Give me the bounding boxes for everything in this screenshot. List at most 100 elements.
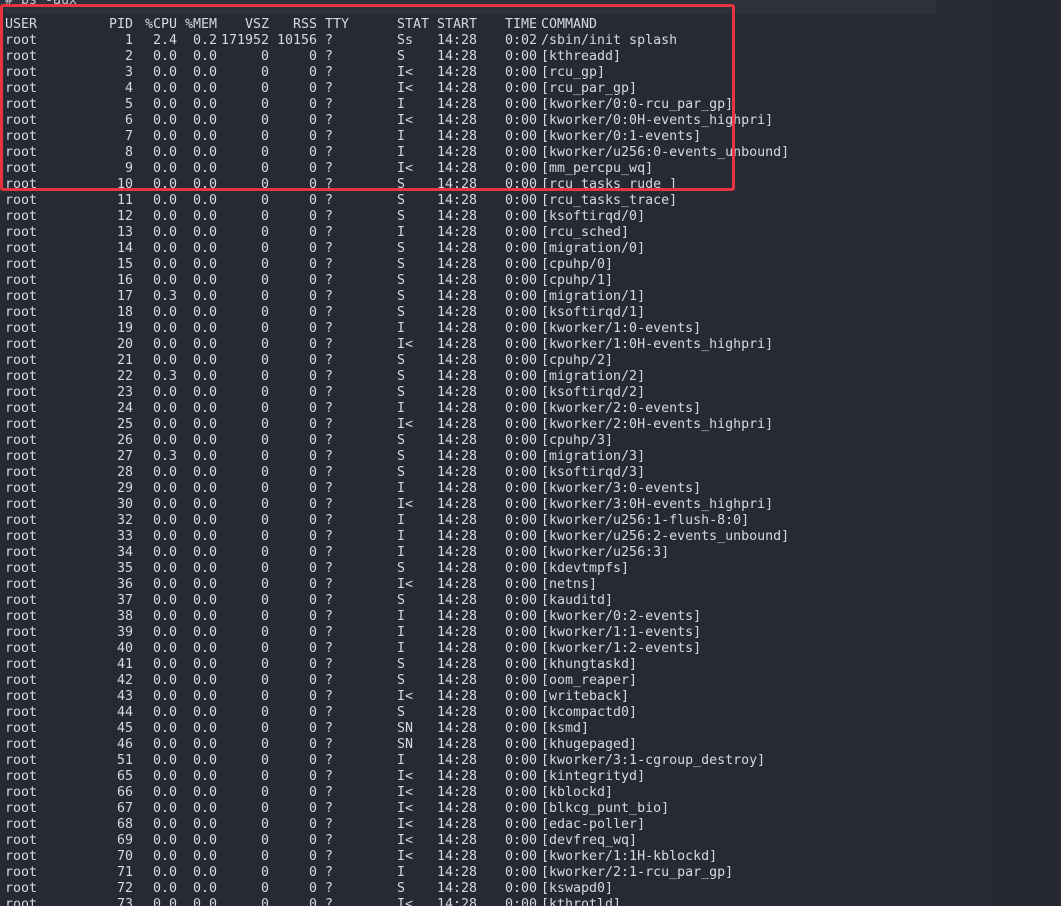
cell-mem: 0.0 bbox=[192, 513, 217, 528]
cell-rss: 0 bbox=[308, 289, 317, 304]
cell-stat: Ss bbox=[397, 33, 414, 48]
cell-pid: 30 bbox=[116, 497, 133, 512]
cell-rss: 0 bbox=[308, 753, 317, 768]
cell-stat: I< bbox=[397, 337, 414, 352]
cell-cpu: 0.0 bbox=[152, 737, 177, 752]
cell-user: root bbox=[5, 641, 38, 656]
cell-tty: ? bbox=[325, 321, 334, 336]
cell-cpu: 0.0 bbox=[152, 529, 177, 544]
cell-tty: ? bbox=[325, 81, 334, 96]
cell-command: [kworker/u256:0-events_unbound] bbox=[541, 145, 790, 160]
cell-time: 0:00 bbox=[504, 609, 537, 624]
cell-start: 14:28 bbox=[437, 497, 478, 512]
cell-vsz: 0 bbox=[260, 273, 269, 288]
cell-pid: 38 bbox=[116, 609, 133, 624]
header-start: START bbox=[437, 17, 478, 32]
cell-stat: I< bbox=[397, 817, 414, 832]
cell-rss: 0 bbox=[308, 801, 317, 816]
cell-command: [migration/1] bbox=[541, 289, 646, 304]
cell-start: 14:28 bbox=[437, 401, 478, 416]
cell-start: 14:28 bbox=[437, 433, 478, 448]
cell-pid: 41 bbox=[116, 657, 133, 672]
cell-mem: 0.0 bbox=[192, 769, 217, 784]
terminal-window[interactable]: # ps -aux USER PID %CPU %MEM VSZ RSS TTY… bbox=[0, 0, 1061, 906]
cell-rss: 0 bbox=[308, 881, 317, 896]
cell-user: root bbox=[5, 673, 38, 688]
cell-mem: 0.0 bbox=[192, 273, 217, 288]
cell-time: 0:00 bbox=[504, 433, 537, 448]
cell-rss: 0 bbox=[308, 865, 317, 880]
cell-mem: 0.0 bbox=[192, 465, 217, 480]
cell-rss: 0 bbox=[308, 849, 317, 864]
cell-pid: 1 bbox=[124, 33, 133, 48]
cell-user: root bbox=[5, 449, 38, 464]
cell-command: [kworker/1:0H-events_highpri] bbox=[541, 337, 774, 352]
cell-tty: ? bbox=[325, 497, 334, 512]
cell-tty: ? bbox=[325, 353, 334, 368]
cell-cpu: 0.0 bbox=[152, 897, 177, 906]
cell-cpu: 0.0 bbox=[152, 673, 177, 688]
cell-command: [kworker/1:0-events] bbox=[541, 321, 702, 336]
cell-start: 14:28 bbox=[437, 753, 478, 768]
cell-cpu: 0.0 bbox=[152, 321, 177, 336]
cell-user: root bbox=[5, 801, 38, 816]
cell-tty: ? bbox=[325, 657, 334, 672]
cell-mem: 0.0 bbox=[192, 401, 217, 416]
cell-stat: S bbox=[397, 465, 406, 480]
cell-mem: 0.0 bbox=[192, 609, 217, 624]
cell-tty: ? bbox=[325, 849, 334, 864]
cell-command: [migration/0] bbox=[541, 241, 646, 256]
header-tty: TTY bbox=[325, 17, 350, 32]
cell-pid: 32 bbox=[116, 513, 133, 528]
cell-cpu: 0.0 bbox=[152, 257, 177, 272]
cell-stat: I< bbox=[397, 785, 414, 800]
cell-start: 14:28 bbox=[437, 305, 478, 320]
cell-pid: 46 bbox=[116, 737, 133, 752]
cell-command: /sbin/init splash bbox=[541, 33, 678, 48]
cell-stat: S bbox=[397, 657, 406, 672]
cell-rss: 0 bbox=[308, 673, 317, 688]
cell-rss: 0 bbox=[308, 353, 317, 368]
cell-time: 0:00 bbox=[504, 593, 537, 608]
cell-time: 0:00 bbox=[504, 289, 537, 304]
cell-vsz: 0 bbox=[260, 625, 269, 640]
cell-cpu: 0.0 bbox=[152, 769, 177, 784]
cell-user: root bbox=[5, 273, 38, 288]
cell-vsz: 0 bbox=[260, 353, 269, 368]
cell-rss: 0 bbox=[308, 513, 317, 528]
cell-mem: 0.0 bbox=[192, 721, 217, 736]
command-line: # ps -aux bbox=[5, 0, 78, 8]
cell-cpu: 0.0 bbox=[152, 385, 177, 400]
cell-pid: 66 bbox=[116, 785, 133, 800]
cell-mem: 0.0 bbox=[192, 161, 217, 176]
cell-vsz: 0 bbox=[260, 225, 269, 240]
cell-time: 0:00 bbox=[504, 129, 537, 144]
cell-vsz: 0 bbox=[260, 81, 269, 96]
cell-cpu: 0.0 bbox=[152, 433, 177, 448]
cell-user: root bbox=[5, 177, 38, 192]
cell-command: [kthreadd] bbox=[541, 49, 622, 64]
cell-pid: 34 bbox=[116, 545, 133, 560]
cell-command: [kworker/u256:2-events_unbound] bbox=[541, 529, 790, 544]
cell-vsz: 0 bbox=[260, 113, 269, 128]
cell-cpu: 0.3 bbox=[152, 369, 177, 384]
cell-vsz: 0 bbox=[260, 593, 269, 608]
cell-rss: 0 bbox=[308, 401, 317, 416]
cell-start: 14:28 bbox=[437, 225, 478, 240]
cell-tty: ? bbox=[325, 833, 334, 848]
cell-start: 14:28 bbox=[437, 273, 478, 288]
cell-user: root bbox=[5, 145, 38, 160]
cell-tty: ? bbox=[325, 257, 334, 272]
cell-mem: 0.0 bbox=[192, 129, 217, 144]
cell-pid: 9 bbox=[124, 161, 133, 176]
cell-tty: ? bbox=[325, 529, 334, 544]
cell-time: 0:00 bbox=[504, 529, 537, 544]
cell-command: [ksmd] bbox=[541, 721, 590, 736]
cell-vsz: 0 bbox=[260, 417, 269, 432]
cell-vsz: 0 bbox=[260, 305, 269, 320]
cell-cpu: 0.0 bbox=[152, 513, 177, 528]
cell-cpu: 0.0 bbox=[152, 801, 177, 816]
cell-mem: 0.0 bbox=[192, 353, 217, 368]
cell-tty: ? bbox=[325, 641, 334, 656]
cell-vsz: 0 bbox=[260, 257, 269, 272]
